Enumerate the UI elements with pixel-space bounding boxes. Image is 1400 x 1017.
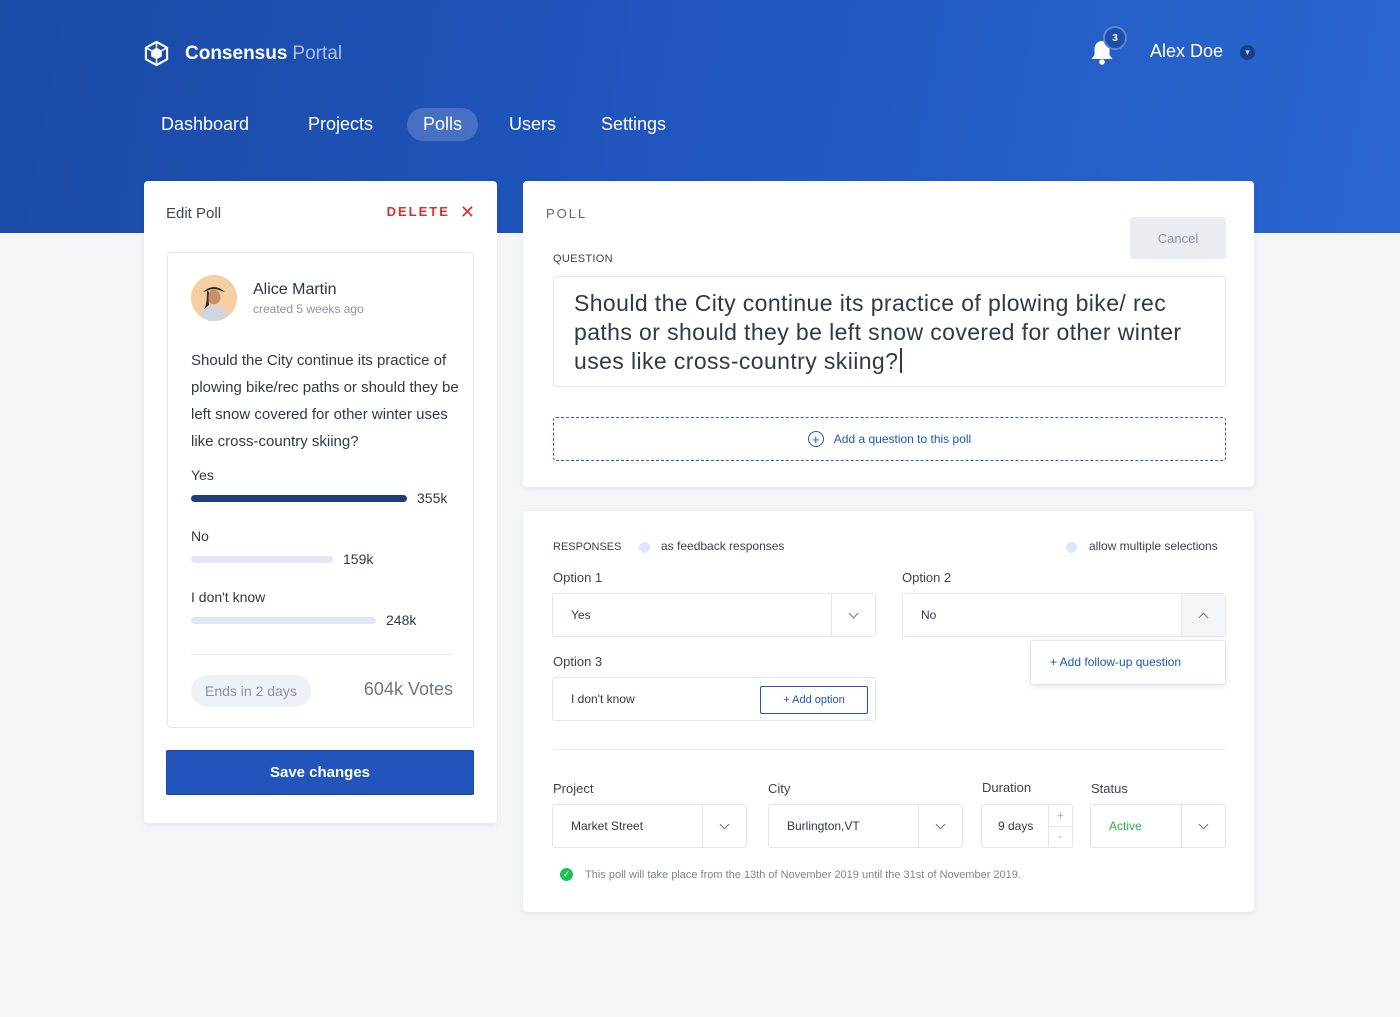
responses-label: RESPONSES [553, 541, 622, 553]
nav-polls[interactable]: Polls [407, 108, 479, 141]
result-bar-fill [191, 495, 407, 502]
nav-dashboard[interactable]: Dashboard [161, 108, 249, 141]
chevron-down-icon[interactable] [918, 805, 962, 847]
option3-input[interactable]: I don't know + Add option [552, 677, 876, 721]
divider [553, 749, 1226, 750]
option2-label: Option 2 [902, 570, 952, 585]
city-select[interactable]: Burlington,VT [768, 804, 963, 848]
city-value: Burlington,VT [787, 819, 860, 833]
stepper-buttons: + - [1048, 805, 1072, 847]
brand-name: Consensus Portal [185, 42, 343, 64]
multiple-selection-label: allow multiple selections [1089, 539, 1218, 553]
author-name: Alice Martin [253, 281, 337, 298]
avatar-person-icon [191, 275, 237, 321]
question-text: Should the City continue its practice of… [574, 290, 1182, 374]
status-value: Active [1109, 819, 1142, 833]
increment-icon[interactable]: + [1049, 805, 1072, 826]
result-value: 159k [343, 551, 374, 567]
schedule-note-text: This poll will take place from the 13th … [585, 868, 1021, 881]
option1-label: Option 1 [553, 570, 603, 585]
edit-poll-title: Edit Poll [166, 205, 222, 222]
nav-settings[interactable]: Settings [601, 108, 666, 141]
delete-label: DELETE [386, 204, 450, 219]
nav-projects[interactable]: Projects [308, 108, 373, 141]
brand[interactable]: Consensus Portal [143, 40, 342, 67]
option1-value: Yes [571, 608, 591, 622]
result-label: Yes [191, 467, 214, 483]
duration-stepper[interactable]: 9 days + - [981, 804, 1073, 848]
save-changes-button[interactable]: Save changes [166, 750, 474, 795]
result-bar [191, 556, 333, 563]
avatar [191, 275, 237, 321]
chevron-down-icon[interactable]: ▾ [1240, 45, 1255, 60]
result-bar [191, 617, 376, 624]
user-name[interactable]: Alex Doe [1150, 41, 1223, 62]
chevron-down-icon[interactable] [831, 594, 875, 636]
question-label: QUESTION [553, 253, 613, 265]
cancel-button[interactable]: Cancel [1130, 217, 1226, 259]
option2-value: No [921, 608, 937, 622]
vote-count: 604k Votes [363, 679, 453, 699]
duration-label: Duration [982, 780, 1032, 795]
city-label: City [768, 781, 791, 796]
add-question-button[interactable]: + Add a question to this poll [553, 417, 1226, 461]
project-select[interactable]: Market Street [552, 804, 747, 848]
chevron-down-icon[interactable] [702, 805, 746, 847]
created-time: created 5 weeks ago [253, 302, 364, 316]
option3-value: I don't know [571, 692, 635, 706]
result-label: I don't know [191, 589, 266, 605]
question-input[interactable]: Should the City continue its practice of… [553, 276, 1226, 387]
project-value: Market Street [571, 819, 644, 833]
status-select[interactable]: Active [1090, 804, 1226, 848]
result-value: 248k [386, 612, 417, 628]
feedback-toggle[interactable] [639, 542, 650, 553]
chevron-up-icon[interactable] [1181, 594, 1225, 636]
project-label: Project [553, 781, 594, 796]
status-label: Status [1091, 781, 1128, 796]
decrement-icon[interactable]: - [1049, 826, 1072, 847]
cube-logo-icon [144, 40, 169, 67]
multiple-selection-toggle[interactable] [1066, 542, 1077, 553]
poll-section-label: POLL [546, 206, 588, 221]
option1-select[interactable]: Yes [552, 593, 876, 637]
responses-card: RESPONSES as feedback responses allow mu… [523, 511, 1254, 912]
result-label: No [191, 528, 209, 544]
ends-badge: Ends in 2 days [191, 675, 311, 707]
option2-select[interactable]: No [902, 593, 1226, 637]
result-bar [191, 495, 407, 502]
feedback-toggle-label: as feedback responses [661, 539, 785, 553]
poll-card: POLL Cancel QUESTION Should the City con… [523, 181, 1254, 487]
edit-poll-card: Edit Poll DELETE ✕ Alice Martin created … [144, 181, 497, 823]
chevron-down-icon[interactable] [1181, 805, 1225, 847]
add-option-button[interactable]: + Add option [760, 686, 868, 714]
close-icon: ✕ [459, 201, 475, 222]
divider [191, 654, 453, 655]
text-cursor [900, 348, 902, 373]
option3-label: Option 3 [553, 654, 603, 669]
brand-subtitle: Portal [292, 42, 343, 64]
add-question-label: Add a question to this poll [833, 432, 972, 446]
result-value: 355k [417, 490, 448, 506]
schedule-note: ✓ This poll will take place from the 13t… [560, 868, 1021, 881]
check-circle-icon: ✓ [560, 868, 573, 881]
delete-button[interactable]: DELETE ✕ [386, 201, 475, 222]
duration-value: 9 days [998, 819, 1034, 833]
poll-question-preview: Should the City continue its practice of… [191, 352, 459, 450]
poll-preview: Alice Martin created 5 weeks ago Should … [167, 252, 474, 728]
plus-circle-icon: + [807, 431, 824, 447]
add-follow-up-question-button[interactable]: + Add follow-up question [1030, 640, 1226, 685]
notification-badge: 3 [1103, 26, 1127, 50]
nav-users[interactable]: Users [509, 108, 556, 141]
